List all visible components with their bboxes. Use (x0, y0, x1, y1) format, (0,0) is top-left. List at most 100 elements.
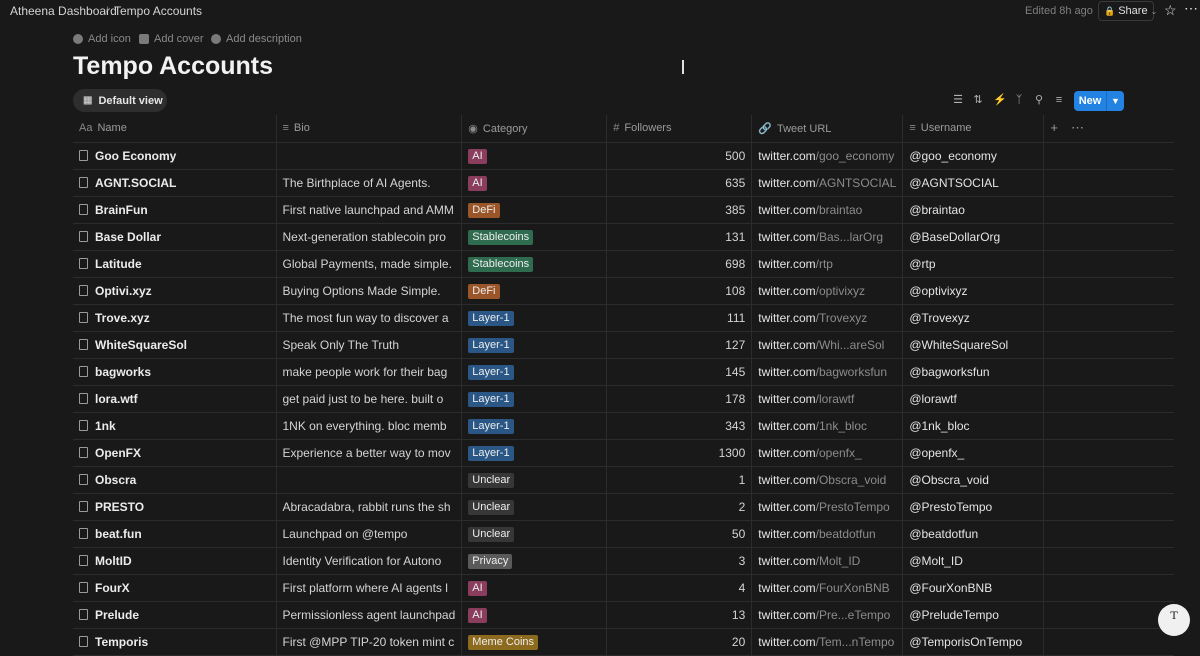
new-button[interactable]: New ▼ (1074, 91, 1124, 111)
cell-username[interactable]: @PrestoTempo (902, 493, 1045, 521)
url-path[interactable]: /Obscra_void (816, 473, 887, 487)
cell-category[interactable]: Layer-1 (461, 304, 608, 332)
filter-icon[interactable]: ☰ (952, 94, 964, 106)
cell-category[interactable]: AI (461, 574, 608, 602)
cell-bio[interactable] (276, 142, 463, 170)
url-host[interactable]: twitter.com (758, 230, 815, 244)
url-host[interactable]: twitter.com (758, 338, 815, 352)
cell-category[interactable]: AI (461, 601, 608, 629)
cell-bio[interactable]: Global Payments, made simple. (276, 250, 463, 278)
table-row[interactable]: AGNT.SOCIAL The Birthplace of AI Agents. A… (73, 169, 1174, 197)
cell-followers[interactable]: 2 (606, 493, 753, 521)
cell-username[interactable]: @PreludeTempo (902, 601, 1045, 629)
cell-bio[interactable]: First native launchpad and AMM (276, 196, 463, 224)
url-path[interactable]: /1nk_bloc (816, 419, 867, 433)
cell-bio[interactable] (276, 466, 463, 494)
cell-tweet-url[interactable]: twitter.com/1nk_bloc (751, 412, 904, 440)
cell-category[interactable]: Layer-1 (461, 385, 608, 413)
cell-name[interactable]: Trove.xyz (73, 304, 277, 332)
table-row[interactable]: OpenFX Experience a better way to mov Laye… (73, 439, 1174, 467)
cell-category[interactable]: Layer-1 (461, 331, 608, 359)
cell-category[interactable]: Unclear (461, 466, 608, 494)
cell-followers[interactable]: 698 (606, 250, 753, 278)
cell-bio[interactable]: Abracadabra, rabbit runs the sh (276, 493, 463, 521)
cell-category[interactable]: Layer-1 (461, 412, 608, 440)
cell-followers[interactable]: 178 (606, 385, 753, 413)
cell-username[interactable]: @goo_economy (902, 142, 1045, 170)
cell-name[interactable]: WhiteSquareSol (73, 331, 277, 359)
cell-followers[interactable]: 50 (606, 520, 753, 548)
cell-tweet-url[interactable]: twitter.com/Tem...nTempo (751, 628, 904, 656)
page-title[interactable]: Tempo Accounts (73, 52, 273, 81)
table-row[interactable]: lora.wtf get paid just to be here. built … (73, 385, 1174, 413)
cell-name[interactable]: Goo Economy (73, 142, 277, 170)
cell-followers[interactable]: 13 (606, 601, 753, 629)
url-path[interactable]: /Bas...larOrg (816, 230, 883, 244)
cell-followers[interactable]: 385 (606, 196, 753, 224)
breadcrumb-page[interactable]: Tempo Accounts (114, 4, 202, 18)
cell-username[interactable]: @1nk_bloc (902, 412, 1045, 440)
table-row[interactable]: Goo Economy AI 500 twitter.com/goo_economy @… (73, 142, 1174, 170)
cell-followers[interactable]: 1300 (606, 439, 753, 467)
cell-tweet-url[interactable]: twitter.com/Bas...larOrg (751, 223, 904, 251)
cell-category[interactable]: Privacy (461, 547, 608, 575)
cell-bio[interactable]: Launchpad on @tempo (276, 520, 463, 548)
cell-bio[interactable]: get paid just to be here. built o (276, 385, 463, 413)
cell-tweet-url[interactable]: twitter.com/optivixyz (751, 277, 904, 305)
cell-name[interactable]: AGNT.SOCIAL (73, 169, 277, 197)
cell-category[interactable]: Unclear (461, 520, 608, 548)
cell-name[interactable]: MoltID (73, 547, 277, 575)
table-row[interactable]: MoltID Identity Verification for Autono Pr… (73, 547, 1174, 575)
cell-name[interactable]: Latitude (73, 250, 277, 278)
url-host[interactable]: twitter.com (758, 365, 815, 379)
cell-bio[interactable]: First @MPP TIP-20 token mint c (276, 628, 463, 656)
table-row[interactable]: WhiteSquareSol Speak Only The Truth Layer-… (73, 331, 1174, 359)
column-header-bio[interactable]: ≡ Bio (276, 115, 463, 143)
branch-icon[interactable]: ᛉ (1013, 94, 1025, 106)
cell-name[interactable]: Temporis (73, 628, 277, 656)
add-description-button[interactable]: Add description (211, 33, 302, 45)
cell-followers[interactable]: 20 (606, 628, 753, 656)
cell-followers[interactable]: 1 (606, 466, 753, 494)
cell-name[interactable]: PRESTO (73, 493, 277, 521)
cell-name[interactable]: Prelude (73, 601, 277, 629)
cell-username[interactable]: @Molt_ID (902, 547, 1045, 575)
cell-name[interactable]: 1nk (73, 412, 277, 440)
cell-bio[interactable]: Experience a better way to mov (276, 439, 463, 467)
url-host[interactable]: twitter.com (758, 473, 815, 487)
cell-followers[interactable]: 111 (606, 304, 753, 332)
url-path[interactable]: /optivixyz (816, 284, 865, 298)
share-button[interactable]: 🔒 Share ⌄ (1098, 1, 1157, 21)
cell-category[interactable]: DeFi (461, 196, 608, 224)
cell-followers[interactable]: 127 (606, 331, 753, 359)
cell-tweet-url[interactable]: twitter.com/Pre...eTempo (751, 601, 904, 629)
table-row[interactable]: Base Dollar Next-generation stablecoin pr… (73, 223, 1174, 251)
cell-followers[interactable]: 108 (606, 277, 753, 305)
url-path[interactable]: /beatdotfun (816, 527, 876, 541)
cell-name[interactable]: OpenFX (73, 439, 277, 467)
cell-tweet-url[interactable]: twitter.com/openfx_ (751, 439, 904, 467)
cell-name[interactable]: beat.fun (73, 520, 277, 548)
cell-bio[interactable]: Next-generation stablecoin pro (276, 223, 463, 251)
url-path[interactable]: /lorawtf (816, 392, 855, 406)
cell-username[interactable]: @rtp (902, 250, 1045, 278)
cell-category[interactable]: Meme Coins (461, 628, 608, 656)
favorite-star-icon[interactable]: ☆ (1164, 2, 1177, 19)
cell-name[interactable]: Optivi.xyz (73, 277, 277, 305)
table-row[interactable]: FourX First platform where AI agents l AI 4… (73, 574, 1174, 602)
url-path[interactable]: /bagworksfun (816, 365, 887, 379)
automation-bolt-icon[interactable]: ⚡ (993, 94, 1007, 106)
cell-tweet-url[interactable]: twitter.com/bagworksfun (751, 358, 904, 386)
sort-icon[interactable]: ⇅ (972, 94, 984, 106)
url-host[interactable]: twitter.com (758, 149, 815, 163)
cell-category[interactable]: AI (461, 169, 608, 197)
url-host[interactable]: twitter.com (758, 608, 815, 622)
cell-tweet-url[interactable]: twitter.com/AGNTSOCIAL (751, 169, 904, 197)
cell-tweet-url[interactable]: twitter.com/goo_economy (751, 142, 904, 170)
url-path[interactable]: /Whi...areSol (816, 338, 885, 352)
cell-bio[interactable]: The most fun way to discover a (276, 304, 463, 332)
cell-tweet-url[interactable]: twitter.com/rtp (751, 250, 904, 278)
cell-name[interactable]: lora.wtf (73, 385, 277, 413)
cell-name[interactable]: FourX (73, 574, 277, 602)
more-options-icon[interactable]: ⋯ (1071, 120, 1084, 135)
